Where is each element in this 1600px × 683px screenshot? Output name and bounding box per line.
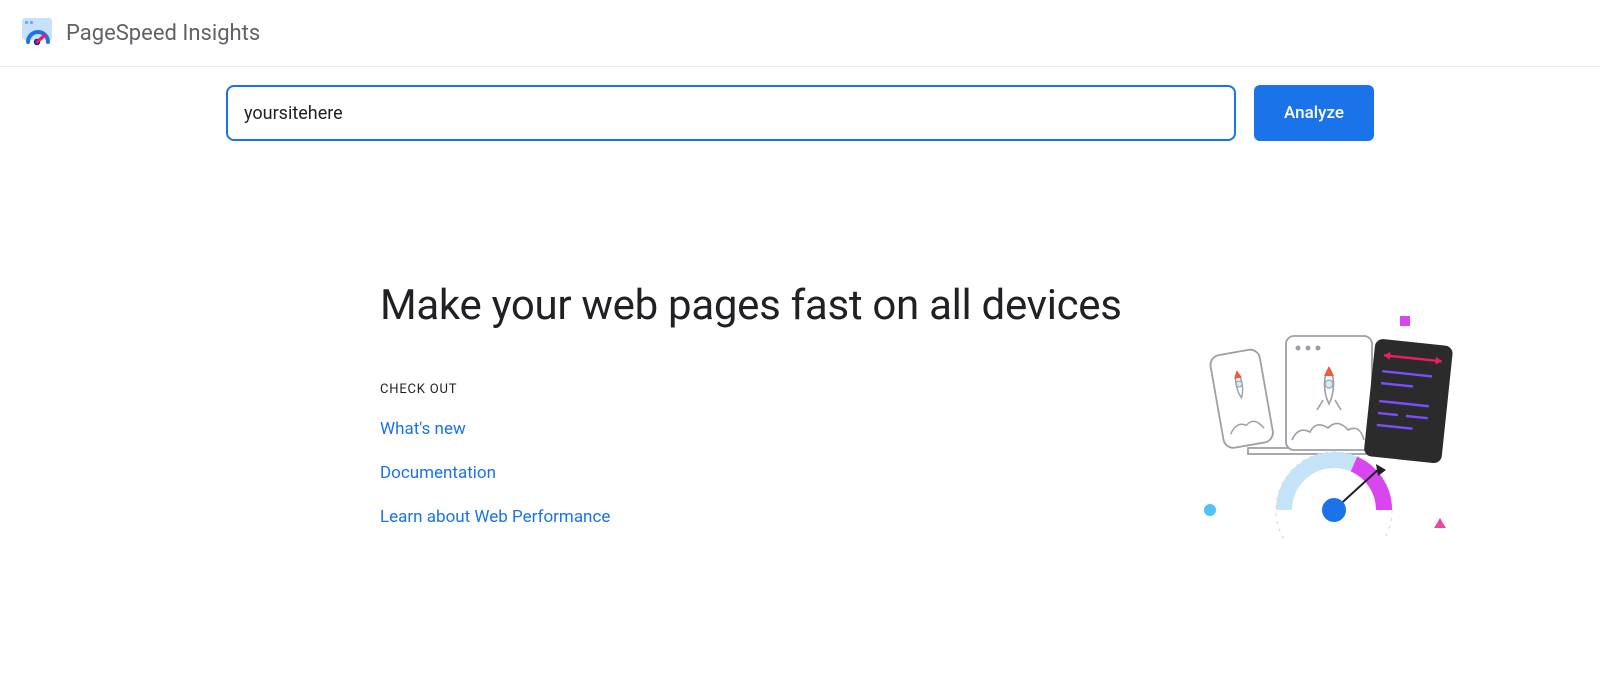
analyze-button[interactable]: Analyze bbox=[1254, 85, 1374, 141]
text-column: Make your web pages fast on all devices … bbox=[380, 281, 1122, 527]
header: PageSpeed Insights bbox=[0, 0, 1600, 67]
url-input[interactable] bbox=[226, 85, 1236, 141]
app-title: PageSpeed Insights bbox=[66, 21, 260, 46]
link-whats-new[interactable]: What's new bbox=[380, 419, 1122, 439]
page-headline: Make your web pages fast on all devices bbox=[380, 281, 1122, 330]
link-documentation[interactable]: Documentation bbox=[380, 463, 1122, 483]
hero-illustration bbox=[1180, 310, 1460, 540]
pagespeed-logo-icon bbox=[22, 18, 52, 48]
link-web-performance[interactable]: Learn about Web Performance bbox=[380, 507, 1122, 527]
search-row: Analyze bbox=[0, 67, 1600, 141]
links-list: What's new Documentation Learn about Web… bbox=[380, 419, 1122, 527]
checkout-label: CHECK OUT bbox=[380, 382, 1122, 397]
